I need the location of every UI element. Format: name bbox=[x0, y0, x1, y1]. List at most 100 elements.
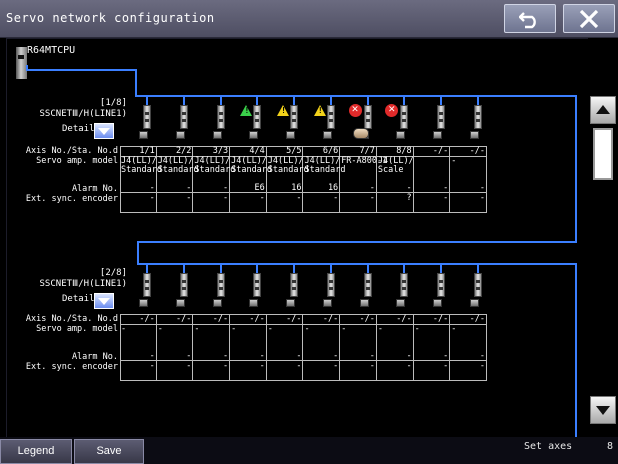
page-indicator: [1/8] bbox=[99, 98, 127, 108]
servo-model: - bbox=[231, 324, 237, 334]
network-label: SSCNETⅢ/H(LINE1) bbox=[39, 109, 127, 119]
axis-number: -/- bbox=[176, 314, 192, 324]
ext-sync-encoder: - bbox=[296, 361, 302, 371]
scroll-down-button[interactable] bbox=[590, 396, 616, 424]
row-label-model: Servo amp. model bbox=[36, 324, 118, 334]
servo-amp-icon bbox=[143, 273, 152, 297]
amp-connector bbox=[146, 95, 149, 105]
servo-amp-icon bbox=[180, 105, 189, 129]
servo-motor-icon bbox=[139, 299, 149, 307]
servo-amp-icon bbox=[216, 105, 225, 129]
servo-amp-icon bbox=[400, 105, 409, 129]
alarm-number: - bbox=[443, 351, 449, 361]
ext-sync-encoder: - bbox=[369, 193, 375, 203]
network-line bbox=[575, 95, 577, 243]
servo-model: - bbox=[451, 324, 457, 334]
ext-sync-encoder: - bbox=[333, 361, 339, 371]
servo-motor-icon bbox=[286, 299, 296, 307]
scrollbar[interactable] bbox=[588, 38, 618, 464]
alarm-number: - bbox=[149, 351, 155, 361]
grid-line bbox=[120, 212, 487, 213]
alarm-number: 16 bbox=[291, 183, 302, 193]
axis-number: -/- bbox=[212, 314, 229, 324]
row-label-alarm: Alarm No. bbox=[71, 184, 118, 194]
network-line bbox=[137, 241, 139, 265]
close-button[interactable] bbox=[563, 4, 615, 33]
servo-motor-icon bbox=[322, 299, 332, 307]
amp-connector bbox=[439, 263, 442, 273]
warning-mark: ! bbox=[317, 106, 323, 115]
row-label-axis: Axis No./Sta. No.d bbox=[25, 146, 118, 156]
servo-motor-icon bbox=[249, 299, 259, 307]
row-label-axis: Axis No./Sta. No.d bbox=[25, 314, 118, 324]
servo-model-type: Scale bbox=[377, 165, 404, 175]
network-line bbox=[26, 69, 137, 71]
servo-motor-icon bbox=[396, 131, 406, 139]
network-label: SSCNETⅢ/H(LINE1) bbox=[39, 279, 127, 289]
axis-number: -/- bbox=[139, 314, 155, 324]
ext-sync-encoder: - bbox=[406, 361, 412, 371]
grid-line bbox=[120, 380, 487, 381]
amp-connector bbox=[366, 263, 369, 273]
ext-sync-encoder: - bbox=[443, 193, 449, 203]
amp-connector bbox=[476, 95, 479, 105]
ext-sync-encoder: - bbox=[443, 361, 449, 371]
servo-motor-icon bbox=[212, 299, 222, 307]
network-view[interactable]: R64MTCPU [1/8] SSCNETⅢ/H(LINE1) Detail [… bbox=[6, 38, 589, 438]
ext-sync-encoder: - bbox=[259, 193, 265, 203]
amp-connector bbox=[293, 263, 296, 273]
page-indicator: [2/8] bbox=[99, 268, 127, 278]
back-button[interactable] bbox=[504, 4, 556, 33]
axis-count: 8 bbox=[607, 441, 614, 452]
servo-motor-icon bbox=[212, 131, 222, 139]
axis-number: 2/2 bbox=[176, 146, 192, 156]
amp-connector bbox=[329, 95, 332, 105]
scroll-up-button[interactable] bbox=[590, 96, 616, 124]
servo-motor-icon bbox=[176, 299, 186, 307]
servo-amp-icon bbox=[326, 273, 335, 297]
ext-sync-encoder: - bbox=[479, 193, 485, 203]
axis-number: 3/3 bbox=[212, 146, 229, 156]
row-label-alarm: Alarm No. bbox=[71, 352, 118, 362]
ext-sync-encoder: - bbox=[296, 193, 302, 203]
detail-label: Detail bbox=[62, 124, 95, 134]
axis-number: 4/4 bbox=[249, 146, 265, 156]
app-root: Servo network configuration R64MTCPU [1/… bbox=[0, 0, 618, 464]
servo-model: - bbox=[157, 324, 163, 334]
servo-model: - bbox=[121, 324, 127, 334]
alarm-number: - bbox=[406, 351, 412, 361]
amp-connector bbox=[439, 95, 442, 105]
amp-connector bbox=[183, 95, 186, 105]
detail-dropdown-button[interactable] bbox=[94, 123, 114, 139]
ext-sync-encoder: - bbox=[186, 361, 192, 371]
network-line bbox=[135, 95, 577, 97]
alarm-number: - bbox=[443, 183, 449, 193]
network-line bbox=[575, 263, 577, 437]
servo-amp-icon bbox=[363, 105, 372, 129]
ext-sync-encoder: - bbox=[149, 193, 155, 203]
axis-number: -/- bbox=[322, 314, 339, 324]
scroll-thumb[interactable] bbox=[593, 128, 613, 180]
error-icon: ✕ bbox=[385, 104, 399, 117]
axis-number: -/- bbox=[432, 146, 449, 156]
servo-motor-icon bbox=[249, 131, 259, 139]
axis-number: -/- bbox=[469, 314, 485, 324]
save-button[interactable]: Save bbox=[74, 439, 144, 464]
legend-button[interactable]: Legend bbox=[0, 439, 72, 464]
servo-amp-icon bbox=[363, 273, 372, 297]
alarm-number: - bbox=[296, 351, 302, 361]
inverter-motor-icon bbox=[352, 128, 369, 139]
alarm-number: - bbox=[369, 183, 375, 193]
servo-model: - bbox=[341, 324, 347, 334]
axis-number: 6/6 bbox=[322, 146, 339, 156]
servo-amp-icon bbox=[143, 105, 152, 129]
detail-label: Detail bbox=[62, 294, 95, 304]
ext-sync-encoder: ? bbox=[406, 193, 412, 203]
warning-mark: ! bbox=[244, 106, 250, 115]
warning-icon: ! bbox=[240, 105, 253, 116]
alarm-number: - bbox=[333, 351, 339, 361]
alarm-number: - bbox=[186, 183, 192, 193]
ext-sync-encoder: - bbox=[149, 361, 155, 371]
servo-motor-icon bbox=[176, 131, 186, 139]
detail-dropdown-button[interactable] bbox=[94, 293, 114, 309]
